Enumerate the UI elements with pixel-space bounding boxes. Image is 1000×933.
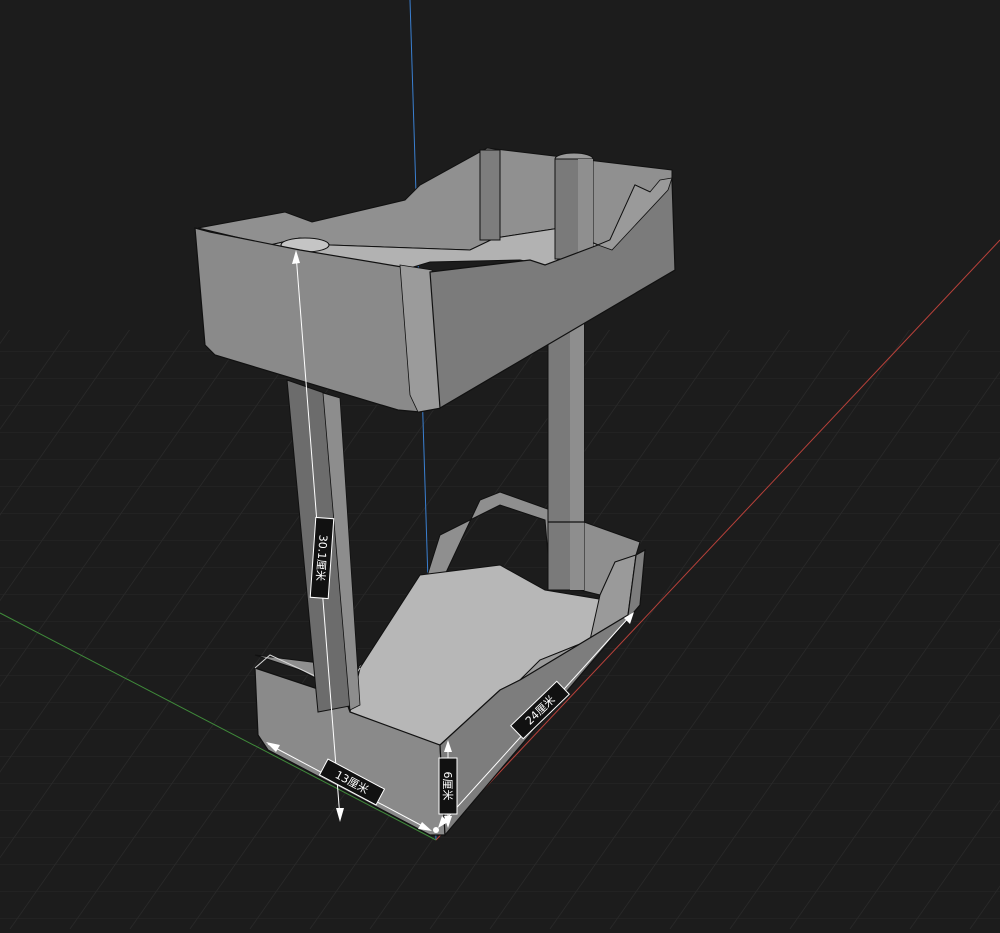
top-tray-back-wall bbox=[197, 147, 673, 251]
origin-marker bbox=[433, 827, 439, 833]
top-tray-inner-post bbox=[479, 149, 501, 241]
tray-height-label-text: 6厘米 bbox=[441, 772, 454, 801]
3d-viewport[interactable]: 30.1厘米 13厘米 24厘米 6厘米 bbox=[0, 0, 1000, 930]
top-post-upper-shade bbox=[578, 159, 593, 259]
viewport-canvas[interactable]: 30.1厘米 13厘米 24厘米 6厘米 bbox=[0, 0, 1000, 930]
tray-height-label: 6厘米 bbox=[438, 757, 458, 815]
back-post-shade bbox=[570, 300, 584, 590]
